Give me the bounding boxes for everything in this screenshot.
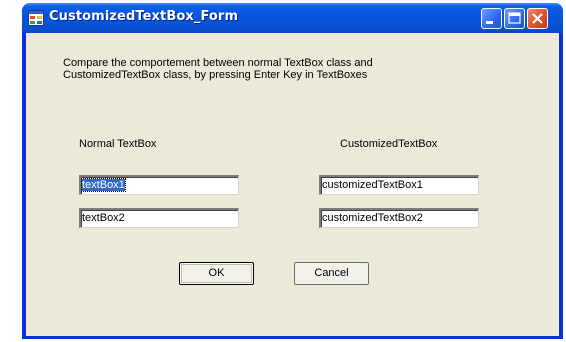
close-button[interactable]	[527, 8, 548, 29]
form-client-area: Compare the comportement between normal …	[26, 33, 559, 336]
description-text: Compare the comportement between normal …	[63, 57, 483, 81]
description-line-1: Compare the comportement between normal …	[63, 57, 373, 69]
close-icon	[532, 13, 543, 24]
normal-textbox-label: Normal TextBox	[79, 138, 157, 150]
form-app-icon	[28, 10, 44, 26]
customized-textbox-1[interactable]: customizedTextBox1	[319, 175, 479, 195]
minimize-icon	[486, 21, 493, 24]
main-window: CustomizedTextBox_Form Compare the compo…	[22, 3, 563, 339]
minimize-button[interactable]	[481, 8, 502, 29]
textbox-1[interactable]: textBox1	[79, 175, 239, 195]
textbox-1-value: textBox1	[81, 178, 126, 192]
description-line-2: CustomizedTextBox class, by pressing Ent…	[63, 69, 368, 81]
customized-textbox-label: CustomizedTextBox	[340, 138, 438, 150]
maximize-icon	[508, 12, 521, 24]
textbox-2[interactable]: textBox2	[79, 208, 239, 228]
maximize-button[interactable]	[504, 8, 525, 29]
customized-textbox-1-value: customizedTextBox1	[322, 179, 423, 191]
ok-button[interactable]: OK	[179, 262, 254, 285]
title-bar[interactable]: CustomizedTextBox_Form	[22, 3, 563, 33]
customized-textbox-2-value: customizedTextBox2	[322, 212, 423, 224]
window-title: CustomizedTextBox_Form	[49, 9, 239, 24]
textbox-2-value: textBox2	[82, 212, 125, 224]
cancel-button[interactable]: Cancel	[294, 262, 369, 285]
customized-textbox-2[interactable]: customizedTextBox2	[319, 208, 479, 228]
